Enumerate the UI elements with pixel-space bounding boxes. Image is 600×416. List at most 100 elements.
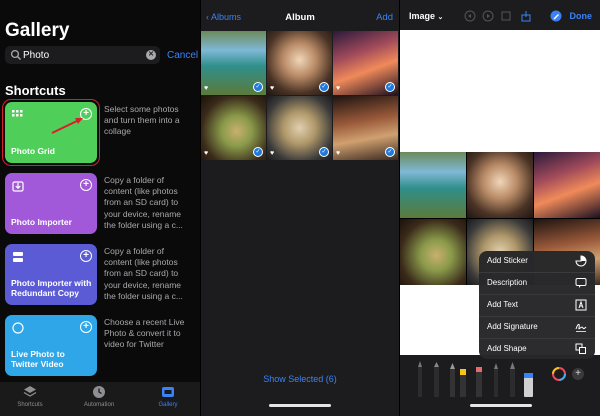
selected-check-icon[interactable]: ✓ xyxy=(253,147,263,157)
add-shortcut-button[interactable]: + xyxy=(80,321,92,333)
server-icon xyxy=(13,252,23,262)
eraser-tool xyxy=(524,373,533,397)
card-description: Copy a folder of content (like photos fr… xyxy=(104,175,183,230)
add-shortcut-button[interactable]: + xyxy=(80,250,92,262)
card-description: Copy a folder of content (like photos fr… xyxy=(104,246,183,301)
tab-label: Automation xyxy=(83,402,115,408)
add-menu-popover: Add Sticker Description Add Text Add Sig… xyxy=(479,251,595,359)
crop-icon[interactable] xyxy=(500,10,512,22)
tab-label: Shortcuts xyxy=(17,402,43,408)
crayon-tool xyxy=(476,367,482,397)
photo-grid: ♥ ✓ ♥ ✓ ♥ ✓ ♥ ✓ ♥ ✓ ♥ ✓ xyxy=(201,31,399,162)
menu-add-sticker[interactable]: Add Sticker xyxy=(479,251,595,272)
collage-photo-swing xyxy=(467,152,533,218)
add-shortcut-button[interactable]: + xyxy=(80,179,92,191)
image-menu-label: Image xyxy=(409,11,436,21)
pen-tool xyxy=(418,361,422,397)
tab-gallery[interactable]: Gallery xyxy=(138,385,198,408)
photo-skewers[interactable]: ♥ ✓ xyxy=(333,96,398,160)
shortcut-card-photo-importer-redundant[interactable]: + Photo Importer with Redundant Copy xyxy=(5,244,97,305)
add-photos-button[interactable]: Add xyxy=(376,12,393,23)
live-photo-icon xyxy=(12,322,24,334)
favorite-icon: ♥ xyxy=(270,85,275,92)
card-label: Photo Grid xyxy=(11,146,55,157)
photo-lake[interactable]: ♥ ✓ xyxy=(201,31,266,95)
share-icon[interactable] xyxy=(520,10,532,22)
highlighter-tool xyxy=(460,369,466,397)
show-selected-button[interactable]: Show Selected (6) xyxy=(201,374,399,384)
add-item-button[interactable]: + xyxy=(572,368,584,380)
search-bar[interactable]: ✕ xyxy=(5,46,160,64)
gallery-icon xyxy=(162,387,174,397)
signature-icon xyxy=(575,323,587,332)
text-box-icon xyxy=(575,299,587,311)
photo-dish[interactable]: ♥ ✓ xyxy=(201,96,266,160)
card-description: Choose a recent Live Photo & convert it … xyxy=(104,317,185,350)
clear-search-icon[interactable]: ✕ xyxy=(146,50,156,60)
menu-description[interactable]: Description xyxy=(479,273,595,294)
undo-icon[interactable] xyxy=(464,10,476,22)
tab-bar: Shortcuts Automation Gallery xyxy=(0,382,200,416)
shortcut-card-photo-grid[interactable]: + Photo Grid xyxy=(5,102,97,163)
marker-tool xyxy=(434,362,439,397)
photo-swing[interactable]: ♥ ✓ xyxy=(267,31,332,95)
card-label: Photo Importer xyxy=(11,217,72,228)
card-label: Photo Importer with Redundant Copy xyxy=(11,278,92,299)
shortcut-card-live-photo-twitter[interactable]: + Live Photo to Twitter Video xyxy=(5,315,97,376)
album-picker-pane: ‹ Albums Album Add ♥ ✓ ♥ ✓ ♥ ✓ ♥ ✓ ♥ ✓ ♥ ✓ Sho… xyxy=(201,0,399,416)
selected-check-icon[interactable]: ✓ xyxy=(319,82,329,92)
grid-icon xyxy=(12,110,23,117)
pencil-tool xyxy=(450,363,455,397)
markup-icon[interactable] xyxy=(550,10,562,22)
brush-tool xyxy=(510,362,515,397)
menu-label: Add Text xyxy=(487,300,518,309)
selected-check-icon[interactable]: ✓ xyxy=(319,147,329,157)
favorite-icon: ♥ xyxy=(204,150,209,157)
image-menu-button[interactable]: Image ⌄ xyxy=(409,11,443,21)
menu-label: Add Sticker xyxy=(487,256,528,265)
markup-tools[interactable] xyxy=(414,359,554,399)
tab-automation[interactable]: Automation xyxy=(69,385,129,408)
album-nav-bar: ‹ Albums Album Add xyxy=(201,0,399,30)
favorite-icon: ♥ xyxy=(336,85,341,92)
menu-add-text[interactable]: Add Text xyxy=(479,295,595,316)
card-label: Live Photo to Twitter Video xyxy=(11,349,65,370)
tab-shortcuts[interactable]: Shortcuts xyxy=(0,385,60,408)
menu-label: Description xyxy=(487,278,528,287)
photo-dumplings[interactable]: ♥ ✓ xyxy=(267,96,332,160)
shortcuts-section-heading: Shortcuts xyxy=(5,83,66,98)
fountain-pen-tool xyxy=(494,363,498,397)
shortcut-card-photo-importer[interactable]: + Photo Importer xyxy=(5,173,97,234)
home-indicator xyxy=(269,404,331,407)
search-input[interactable] xyxy=(23,48,141,62)
color-picker-icon[interactable] xyxy=(552,367,566,381)
photo-sunset[interactable]: ♥ ✓ xyxy=(333,31,398,95)
search-icon xyxy=(10,49,21,60)
collage-photo-dish xyxy=(400,219,466,285)
collage-photo-lake xyxy=(400,152,466,218)
done-button[interactable]: Done xyxy=(570,11,593,21)
clock-icon xyxy=(93,386,105,398)
editor-toolbar: Image ⌄ Done xyxy=(400,0,600,30)
selected-check-icon[interactable]: ✓ xyxy=(253,82,263,92)
layers-icon xyxy=(23,386,37,397)
menu-add-shape[interactable]: Add Shape xyxy=(479,339,595,360)
redo-icon[interactable] xyxy=(482,10,494,22)
menu-add-signature[interactable]: Add Signature xyxy=(479,317,595,338)
collage-photo-sunset xyxy=(534,152,600,218)
import-icon xyxy=(12,181,24,192)
shortcuts-gallery-pane: Gallery ✕ Cancel Shortcuts + Photo Grid … xyxy=(0,0,200,416)
selected-check-icon[interactable]: ✓ xyxy=(385,147,395,157)
tab-label: Gallery xyxy=(158,402,178,408)
canvas-blank-area xyxy=(400,30,600,152)
favorite-icon: ♥ xyxy=(336,150,341,157)
selected-check-icon[interactable]: ✓ xyxy=(385,82,395,92)
favorite-icon: ♥ xyxy=(204,85,209,92)
red-arrow-annotation xyxy=(51,118,83,134)
page-title: Gallery xyxy=(5,20,70,41)
shapes-icon xyxy=(575,343,586,354)
cancel-search-button[interactable]: Cancel xyxy=(167,50,198,61)
speech-bubble-icon xyxy=(575,278,587,288)
markup-tool-bar: + xyxy=(400,355,600,416)
home-indicator xyxy=(470,404,532,407)
